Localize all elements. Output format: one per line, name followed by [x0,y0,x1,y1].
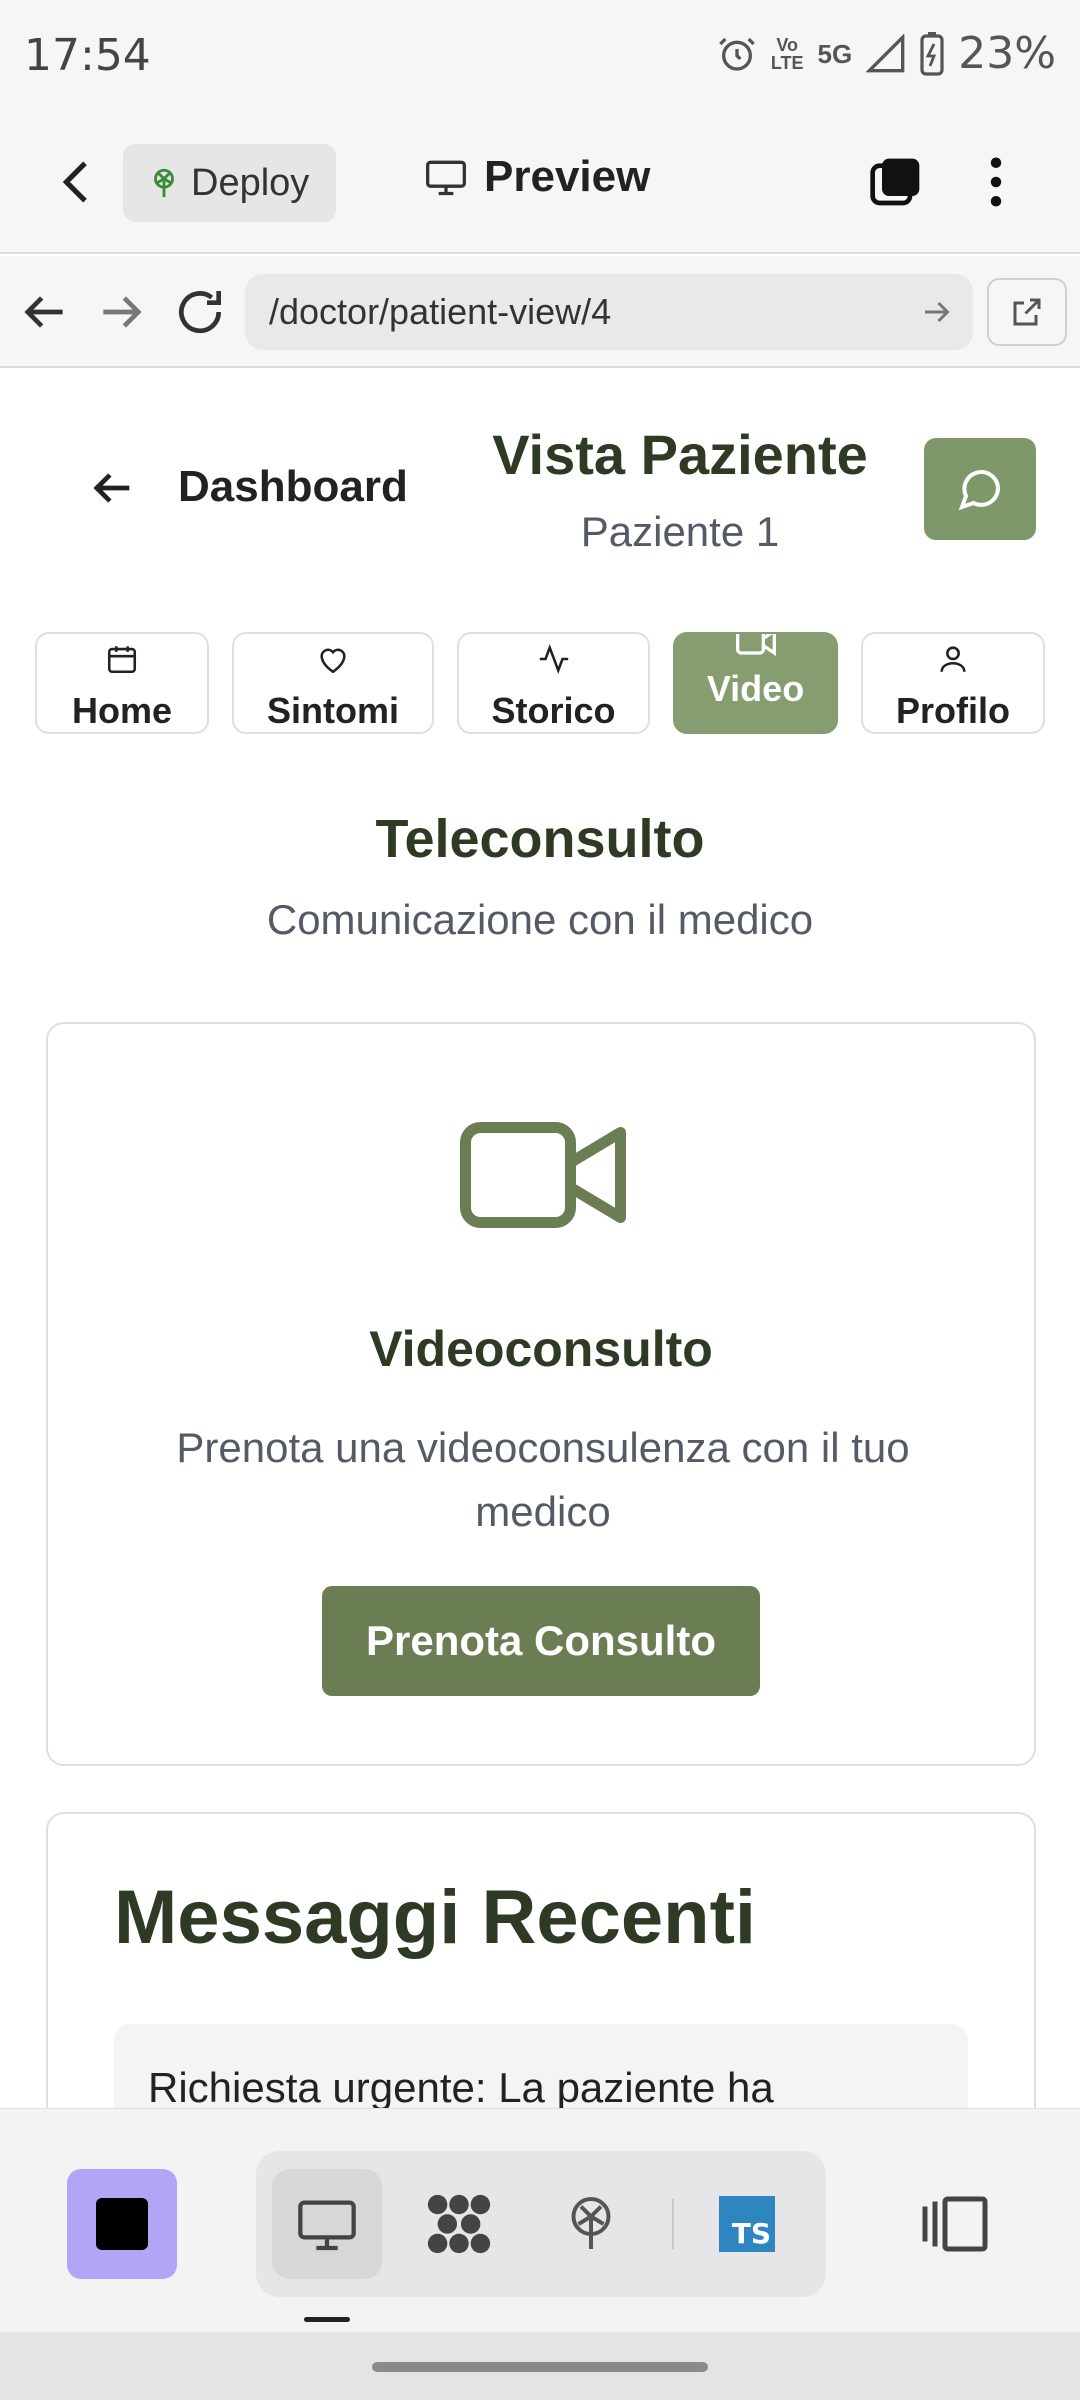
status-bar: 17:54 Vo LTE 5G 23% [0,0,1080,110]
deploy-icon [154,168,174,198]
user-icon [940,646,966,672]
videoconsult-card: Videoconsulto Prenota una videoconsulenz… [46,1022,1036,1766]
preview-label: Preview [484,152,651,201]
heart-icon [320,648,346,674]
status-icons: Vo LTE 5G 23% [717,28,1056,79]
chat-button[interactable] [924,438,1036,540]
tab-label: Video [706,668,805,709]
tab-sintomi[interactable]: Sintomi [232,632,434,734]
tab-video[interactable]: Video [673,632,838,734]
tab-profilo[interactable]: Profilo [861,632,1045,734]
components-button[interactable] [404,2169,514,2279]
tabs-icon[interactable] [868,154,924,210]
reload-icon[interactable] [172,284,228,340]
video-camera-icon [460,1122,626,1228]
section-subtitle: Comunicazione con il medico [266,896,814,943]
section-title: Teleconsulto [375,809,705,869]
alarm-icon [718,37,755,71]
more-menu-icon[interactable] [978,154,1014,210]
book-consult-button[interactable]: Prenota Consulto [322,1586,760,1696]
split-view-icon[interactable] [920,2193,990,2255]
network-type: 5G [817,38,853,69]
video-icon [735,634,776,657]
tab-storico[interactable]: Storico [457,632,650,734]
deploy-tool-button[interactable] [536,2169,646,2279]
components-icon [427,2194,491,2254]
deploy-label: Deploy [191,161,310,204]
deploy-icon [571,2197,611,2249]
gesture-bar [0,2332,1080,2400]
app-switcher-button[interactable] [67,2169,177,2279]
videoconsult-description: Prenota una videoconsulenza con il tuo m… [176,1424,910,1535]
volte-indicator: Vo LTE [770,34,804,73]
battery-percent: 23% [958,28,1056,79]
monitor-icon [298,2200,356,2251]
selected-indicator [304,2317,350,2322]
status-time: 17:54 [24,30,151,81]
tool-group: TS [256,2151,826,2297]
tab-home[interactable]: Home [35,632,209,734]
url-text: /doctor/patient-view/4 [269,291,612,332]
tab-label: Profilo [896,690,1010,731]
tab-label: Storico [491,690,616,731]
tab-label: Sintomi [267,690,399,731]
dashboard-link[interactable]: Dashboard [178,462,408,512]
battery-icon [920,31,944,76]
back-chevron-icon[interactable] [50,154,106,210]
square-icon [96,2198,148,2250]
browser-forward-icon[interactable] [94,284,150,340]
app-toolbar: Deploy Preview [0,110,1080,254]
calendar-icon [107,646,137,674]
tab-label: Home [71,690,173,731]
page-title: Vista Paziente [492,423,868,486]
deploy-button[interactable]: Deploy [123,144,336,222]
page-subtitle: Paziente 1 [580,508,780,555]
desktop-view-button[interactable] [272,2169,382,2279]
external-link-icon [1013,298,1041,326]
divider [672,2199,674,2249]
typescript-icon: TS [719,2196,775,2252]
monitor-icon [426,160,466,196]
url-input[interactable]: /doctor/patient-view/4 [245,274,973,350]
open-external-button[interactable] [987,278,1067,346]
browser-back-icon[interactable] [16,284,72,340]
typescript-button[interactable]: TS [692,2169,802,2279]
home-gesture-handle[interactable] [372,2362,708,2372]
preview-toggle[interactable]: Preview [424,152,650,202]
go-arrow-icon[interactable] [919,294,955,330]
recent-messages-title: Messaggi Recenti [114,1875,756,1960]
message-circle-icon [958,470,1001,511]
activity-icon [539,644,568,674]
dashboard-back-icon[interactable] [86,462,138,514]
browser-url-bar: /doctor/patient-view/4 [0,256,1080,368]
videoconsult-title: Videoconsulto [369,1321,713,1377]
signal-icon [866,33,905,72]
bottom-tool-bar: TS [0,2108,1080,2332]
